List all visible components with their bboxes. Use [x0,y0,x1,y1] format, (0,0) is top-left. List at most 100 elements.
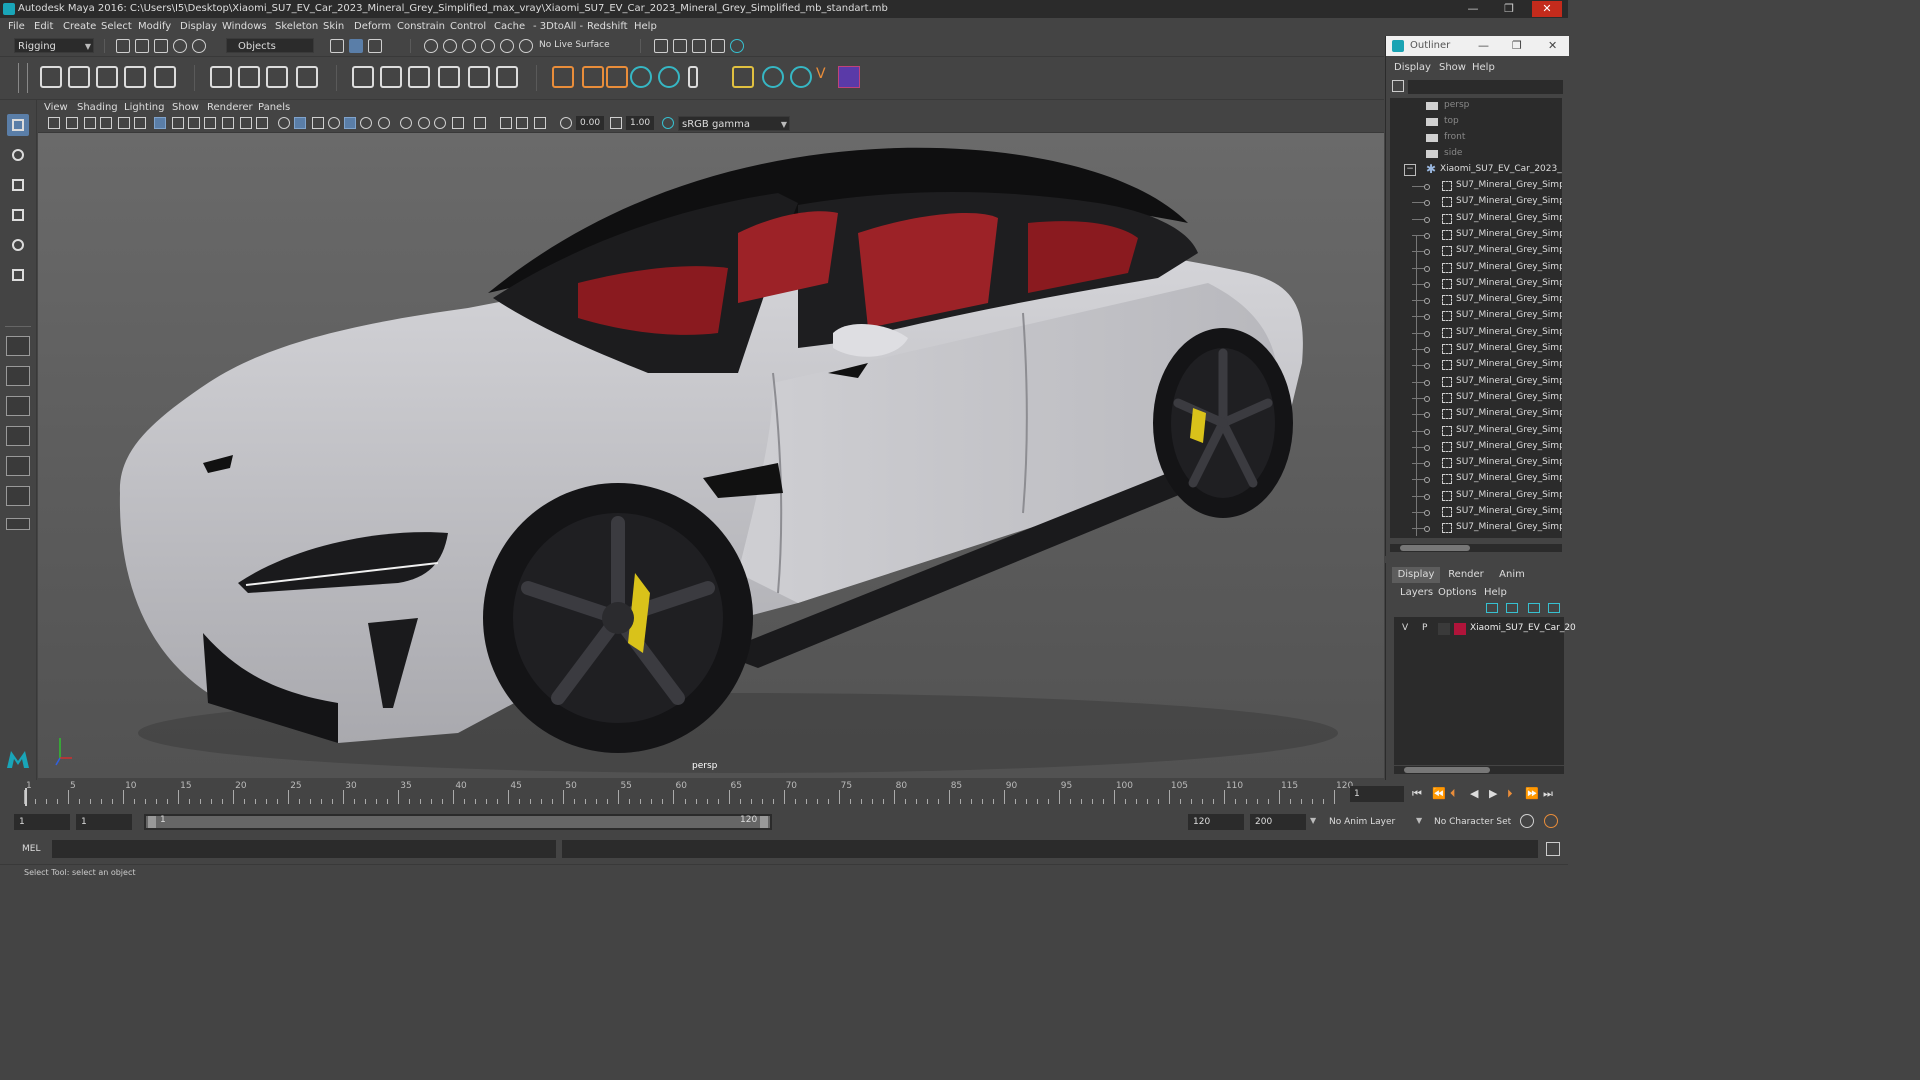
range-bar-fill[interactable] [146,816,770,828]
viewport-menu-panels[interactable]: Panels [258,102,290,113]
layer-horizontal-scrollbar[interactable] [1394,766,1564,774]
snap-surface-icon[interactable] [500,39,514,53]
grid-icon[interactable] [154,117,166,129]
chevron-down-icon[interactable]: ▼ [1310,816,1316,825]
persp-graph-layout-icon[interactable] [6,456,30,476]
tree-item-mesh[interactable]: SU7_Mineral_Grey_Simpli [1390,341,1562,357]
exposure-field[interactable]: 0.00 [576,116,604,130]
ambient-occlusion-icon[interactable] [400,117,412,129]
layer-menu-help[interactable]: Help [1484,587,1507,598]
perspective-viewport[interactable]: persp [38,133,1384,778]
tree-item-mesh[interactable]: SU7_Mineral_Grey_Simpli [1390,194,1562,210]
render-current-icon[interactable] [692,39,706,53]
outliner-restore-button[interactable]: ❐ [1512,39,1522,52]
tree-item-mesh[interactable]: SU7_Mineral_Grey_Simpli [1390,455,1562,471]
hypershade-icon[interactable] [730,39,744,53]
redshift-shader-icon[interactable] [838,66,860,88]
xray-components-icon[interactable] [534,117,546,129]
tree-item-mesh[interactable]: SU7_Mineral_Grey_Simpli [1390,308,1562,324]
tree-item-group[interactable]: − ✱ Xiaomi_SU7_EV_Car_2023_Mi [1390,162,1562,178]
two-pane-layout-icon[interactable] [6,396,30,416]
tree-item-mesh[interactable]: SU7_Mineral_Grey_Simpli [1390,374,1562,390]
animation-start-field[interactable]: 1 [14,814,70,830]
viewport-menu-show[interactable]: Show [172,102,199,113]
tree-item-mesh[interactable]: SU7_Mineral_Grey_Simpli [1390,211,1562,227]
select-component-icon[interactable] [368,39,382,53]
smooth-shade-icon[interactable] [294,117,306,129]
close-button[interactable]: ✕ [1532,1,1562,17]
animation-end-field[interactable]: 200 [1250,814,1306,830]
ik-spline-icon[interactable] [96,66,118,88]
insert-joint-icon[interactable] [124,66,146,88]
color-management-icon[interactable] [662,117,674,129]
field-chart-icon[interactable] [222,117,234,129]
ruler-icon[interactable] [688,66,698,88]
menu-help[interactable]: Help [634,21,657,32]
tree-item-mesh[interactable]: SU7_Mineral_Grey_Simpli [1390,439,1562,455]
range-start-handle[interactable] [148,816,156,828]
menu-skeleton[interactable]: Skeleton [275,21,318,32]
pole-vector-icon[interactable] [496,66,518,88]
layer-type-toggle[interactable] [1438,623,1450,635]
gamma-icon[interactable] [610,117,622,129]
safe-title-icon[interactable] [256,117,268,129]
preferences-icon[interactable] [1544,814,1558,828]
xray-joints-icon[interactable] [516,117,528,129]
layer-playback-toggle[interactable]: P [1422,623,1427,633]
move-layer-down-icon[interactable] [1506,603,1518,613]
maya-m2-icon[interactable] [658,66,680,88]
menu-redshift[interactable]: Redshift [587,21,628,32]
maya-m3-icon[interactable] [790,66,812,88]
move-layer-up-icon[interactable] [1486,603,1498,613]
maya-m-icon[interactable] [630,66,652,88]
auto-key-icon[interactable] [1520,814,1534,828]
menu-deform[interactable]: Deform [354,21,391,32]
aim-constraint-icon[interactable] [380,66,402,88]
menuset-dropdown[interactable]: Rigging ▼ [14,38,94,53]
outliner-menu-show[interactable]: Show [1439,62,1466,73]
persp-outliner-layout-icon[interactable] [6,426,30,446]
range-bar[interactable]: 1 120 [144,814,772,830]
collapse-icon[interactable]: − [1404,164,1416,176]
hypershade-layout-icon[interactable] [6,486,30,506]
camera-icon[interactable] [48,117,60,129]
select-hierarchy-icon[interactable] [330,39,344,53]
layout-options-icon[interactable] [6,518,30,530]
isolate-select-icon[interactable] [474,117,486,129]
lattice-icon[interactable] [266,66,288,88]
time-slider[interactable]: 1 5 10 15 20 25 30 35 40 45 50 55 60 65 70 75 80 85 90 95 10… [0,780,1568,810]
outliner-minimize-button[interactable]: — [1478,39,1489,52]
rivet-icon[interactable] [582,66,604,88]
tab-display[interactable]: Display [1392,567,1440,583]
outliner-menu-display[interactable]: Display [1394,62,1431,73]
scale-tool-icon[interactable] [7,264,29,286]
menu-select[interactable]: Select [101,21,132,32]
tree-item-mesh[interactable]: SU7_Mineral_Grey_Simpli [1390,260,1562,276]
snap-point-icon[interactable] [462,39,476,53]
select-mode-dropdown[interactable]: Objects [226,38,314,53]
tree-item-mesh[interactable]: SU7_Mineral_Grey_Simpli [1390,325,1562,341]
command-input[interactable] [52,840,556,858]
motion-blur-icon[interactable] [418,117,430,129]
snap-view-plane-icon[interactable] [481,39,495,53]
new-layer-selected-icon[interactable] [1548,603,1560,613]
select-object-icon[interactable] [349,39,363,53]
v-icon[interactable]: V [816,66,830,88]
textured-icon[interactable] [344,117,356,129]
step-forward-key-button[interactable]: ⏩ [1525,787,1539,800]
four-pane-layout-icon[interactable] [6,366,30,386]
layer-row[interactable]: V P Xiaomi_SU7_EV_Car_20 [1394,621,1576,637]
multisample-icon[interactable] [434,117,446,129]
viewport-menu-lighting[interactable]: Lighting [124,102,164,113]
tree-item-mesh[interactable]: SU7_Mineral_Grey_Simpli [1390,390,1562,406]
viewport-menu-shading[interactable]: Shading [77,102,118,113]
minimize-button[interactable]: — [1458,1,1488,17]
tree-item-mesh[interactable]: SU7_Mineral_Grey_Simpli [1390,423,1562,439]
paint-weights-icon[interactable] [238,66,260,88]
paint-select-icon[interactable] [7,174,29,196]
tree-item-mesh[interactable]: SU7_Mineral_Grey_Simpli [1390,178,1562,194]
menu-3dtoall[interactable]: - 3DtoAll - [533,21,583,32]
undo-icon[interactable] [173,39,187,53]
tab-render[interactable]: Render [1442,567,1490,583]
new-layer-icon[interactable] [1528,603,1540,613]
